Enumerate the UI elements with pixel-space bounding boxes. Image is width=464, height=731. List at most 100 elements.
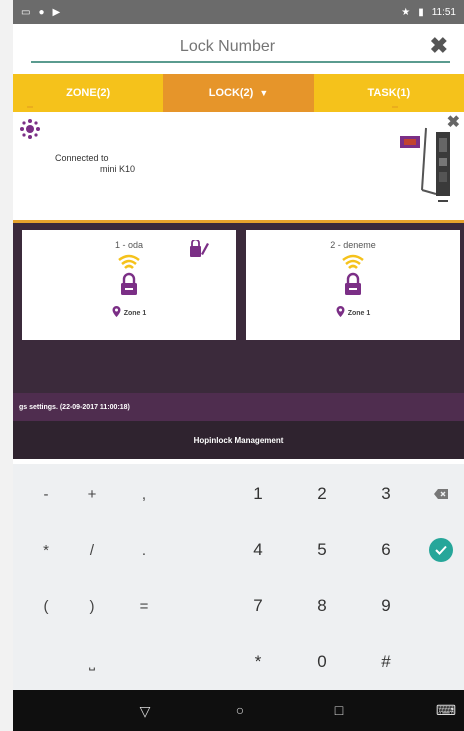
recents-icon[interactable]: □ — [324, 695, 354, 725]
key-label: + — [87, 485, 97, 503]
lock-card[interactable]: 1 - oda Zone 1 — [22, 230, 236, 340]
key-label: 2 — [317, 484, 327, 503]
keyboard-icon[interactable]: ⌨ — [431, 695, 461, 725]
lock-device-image — [400, 127, 450, 202]
connection-device-name: mini K10 — [100, 164, 136, 174]
key-label: ( — [43, 597, 49, 615]
tab-bar: ZONE(2) LOCK(2) ▼ TASK(1) — [13, 74, 464, 112]
key-label: ⎵ — [88, 653, 95, 671]
padlock-icon — [345, 272, 361, 295]
device-screen: ▭ ● ▶ ★ ▮ 11:51 ✖ ZONE(2) LOCK(2) ▼ TASK… — [13, 0, 464, 731]
home-icon[interactable]: ○ — [225, 695, 255, 725]
key-label: 8 — [317, 596, 327, 615]
key-label: ) — [89, 597, 95, 615]
key-2[interactable]: 2 — [294, 474, 350, 514]
lock-title: 2 - deneme — [330, 240, 376, 250]
key-8[interactable]: 8 — [294, 586, 350, 626]
tab-task-indicator — [391, 106, 398, 108]
padlock-icon — [121, 272, 137, 295]
lock-zone-label: Zone 1 — [123, 310, 147, 317]
search-input[interactable] — [31, 33, 424, 61]
key-slash[interactable]: / — [64, 530, 120, 570]
location-pin-icon — [112, 306, 121, 317]
tab-zone-indicator — [27, 106, 33, 108]
wifi-icon — [342, 254, 364, 269]
key-label: = — [139, 597, 149, 615]
cast-icon: ▶ — [52, 6, 61, 18]
space-key[interactable]: ⎵ — [64, 642, 120, 682]
done-key[interactable] — [413, 530, 464, 570]
key-9[interactable]: 9 — [358, 586, 414, 626]
key-label: 4 — [253, 540, 263, 559]
key-period[interactable]: . — [116, 530, 172, 570]
location-icon: ● — [38, 6, 45, 18]
screen-icon: ▭ — [21, 6, 31, 18]
key-label: 1 — [253, 484, 263, 503]
lock-zone: Zone 1 — [246, 306, 460, 317]
search-underline — [31, 61, 450, 63]
search-bar: ✖ — [13, 24, 464, 74]
backspace-key[interactable] — [413, 474, 464, 514]
key-hash[interactable]: # — [358, 642, 414, 682]
connection-status: Connected to mini K10 — [55, 153, 135, 175]
tab-zone[interactable]: ZONE(2) — [13, 74, 163, 112]
key-label: . — [141, 541, 147, 559]
backspace-icon — [434, 489, 448, 499]
status-time: 11:51 — [431, 6, 456, 18]
management-bar: Hopinlock Management — [13, 421, 464, 459]
key-label: * — [254, 652, 262, 671]
key-comma[interactable]: , — [116, 474, 172, 514]
check-icon — [429, 538, 453, 562]
star-icon: ★ — [401, 6, 411, 18]
management-title: Hopinlock Management — [193, 435, 284, 445]
settings-status-bar: gs settings. (22-09-2017 11:00:18) — [13, 393, 464, 421]
key-label: * — [43, 541, 49, 559]
lock-zone: Zone 1 — [22, 306, 236, 317]
key-1[interactable]: 1 — [230, 474, 286, 514]
key-5[interactable]: 5 — [294, 530, 350, 570]
lock-edit-icon[interactable] — [189, 240, 209, 258]
tab-lock-label: LOCK(2) — [208, 87, 254, 99]
wifi-icon — [118, 254, 140, 269]
key-label: - — [43, 485, 49, 503]
back-icon[interactable]: ▽ — [130, 696, 160, 726]
key-label: / — [89, 541, 95, 559]
connection-panel: Connected to mini K10 ✖ — [13, 112, 464, 223]
key-0[interactable]: 0 — [294, 642, 350, 682]
battery-icon: ▮ — [418, 6, 424, 18]
key-7[interactable]: 7 — [230, 586, 286, 626]
key-6[interactable]: 6 — [358, 530, 414, 570]
key-label: 5 — [317, 540, 327, 559]
tab-task-label: TASK(1) — [367, 87, 411, 99]
status-bar: ▭ ● ▶ ★ ▮ 11:51 — [13, 0, 464, 24]
network-icon — [20, 119, 40, 139]
key-plus[interactable]: + — [64, 474, 120, 514]
key-close-paren[interactable]: ) — [64, 586, 120, 626]
caret-down-icon: ▼ — [259, 88, 269, 98]
lock-zone-label: Zone 1 — [347, 310, 371, 317]
check-mark — [435, 545, 447, 555]
key-label: 3 — [381, 484, 391, 503]
key-label: , — [141, 485, 147, 503]
key-equals[interactable]: = — [116, 586, 172, 626]
clear-icon[interactable]: ✖ — [430, 34, 448, 58]
numeric-keypad: - + , 1 2 3 * / . 4 5 6 ( ) = 7 8 9 ⎵ * … — [13, 464, 464, 690]
key-label: 6 — [381, 540, 391, 559]
connection-line1: Connected to — [55, 153, 109, 163]
location-pin-icon — [336, 306, 345, 317]
key-label: 7 — [253, 596, 263, 615]
navigation-bar: ▽ ○ □ ⌨ — [13, 690, 464, 731]
tab-zone-label: ZONE(2) — [66, 87, 111, 99]
tab-lock[interactable]: LOCK(2) ▼ — [163, 74, 314, 112]
key-label: # — [381, 652, 391, 671]
status-right: ★ ▮ 11:51 — [401, 7, 456, 18]
key-label: 0 — [317, 652, 327, 671]
key-4[interactable]: 4 — [230, 530, 286, 570]
status-left: ▭ ● ▶ — [21, 7, 60, 18]
key-label: 9 — [381, 596, 391, 615]
key-asterisk-2[interactable]: * — [230, 642, 286, 682]
key-3[interactable]: 3 — [358, 474, 414, 514]
lock-card[interactable]: 2 - deneme Zone 1 — [246, 230, 460, 340]
tab-task[interactable]: TASK(1) — [314, 74, 464, 112]
settings-status-text: gs settings. (22-09-2017 11:00:18) — [19, 403, 130, 411]
